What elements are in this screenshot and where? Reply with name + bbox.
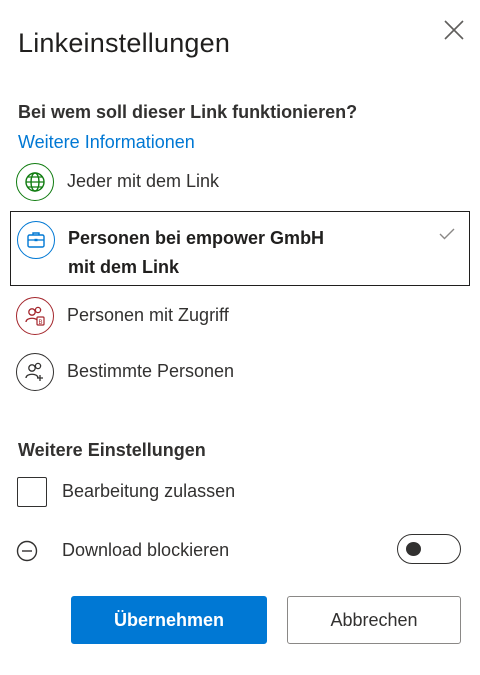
block-download-label: Download blockieren bbox=[62, 540, 230, 560]
toggle-knob bbox=[406, 542, 421, 556]
option-label: Bestimmte Personen bbox=[67, 361, 235, 381]
globe-icon bbox=[16, 163, 54, 201]
cancel-button[interactable]: Abbrechen bbox=[287, 596, 461, 644]
option-people-with-access[interactable]: B Personen mit Zugriff bbox=[10, 296, 470, 336]
option-anyone-with-link[interactable]: Jeder mit dem Link bbox=[10, 162, 470, 202]
block-download-toggle[interactable] bbox=[397, 534, 461, 564]
allow-editing-checkbox[interactable] bbox=[17, 477, 47, 507]
dialog-title: Linkeinstellungen bbox=[18, 28, 231, 58]
svg-text:B: B bbox=[38, 320, 42, 326]
people-add-icon bbox=[16, 353, 54, 391]
option-label: Personen mit Zugriff bbox=[67, 305, 229, 325]
allow-editing-label: Bearbeitung zulassen bbox=[62, 481, 236, 501]
option-label: Jeder mit dem Link bbox=[67, 171, 220, 191]
checkmark-icon bbox=[439, 228, 455, 240]
apply-button[interactable]: Übernehmen bbox=[71, 596, 267, 644]
more-info-link[interactable]: Weitere Informationen bbox=[18, 132, 195, 153]
option-people-in-org[interactable]: Personen bei empower GmbH mit dem Link bbox=[10, 211, 470, 286]
close-button[interactable] bbox=[440, 16, 468, 44]
more-settings-heading: Weitere Einstellungen bbox=[18, 440, 206, 460]
people-access-icon: B bbox=[16, 297, 54, 335]
option-specific-people[interactable]: Bestimmte Personen bbox=[10, 352, 470, 392]
briefcase-icon bbox=[17, 221, 55, 259]
audience-question: Bei wem soll dieser Link funktionieren? bbox=[18, 102, 358, 122]
close-icon bbox=[444, 20, 464, 40]
minus-circle-icon bbox=[16, 540, 38, 562]
option-label-line2: mit dem Link bbox=[68, 257, 180, 277]
option-label-line1: Personen bei empower GmbH bbox=[68, 228, 325, 248]
